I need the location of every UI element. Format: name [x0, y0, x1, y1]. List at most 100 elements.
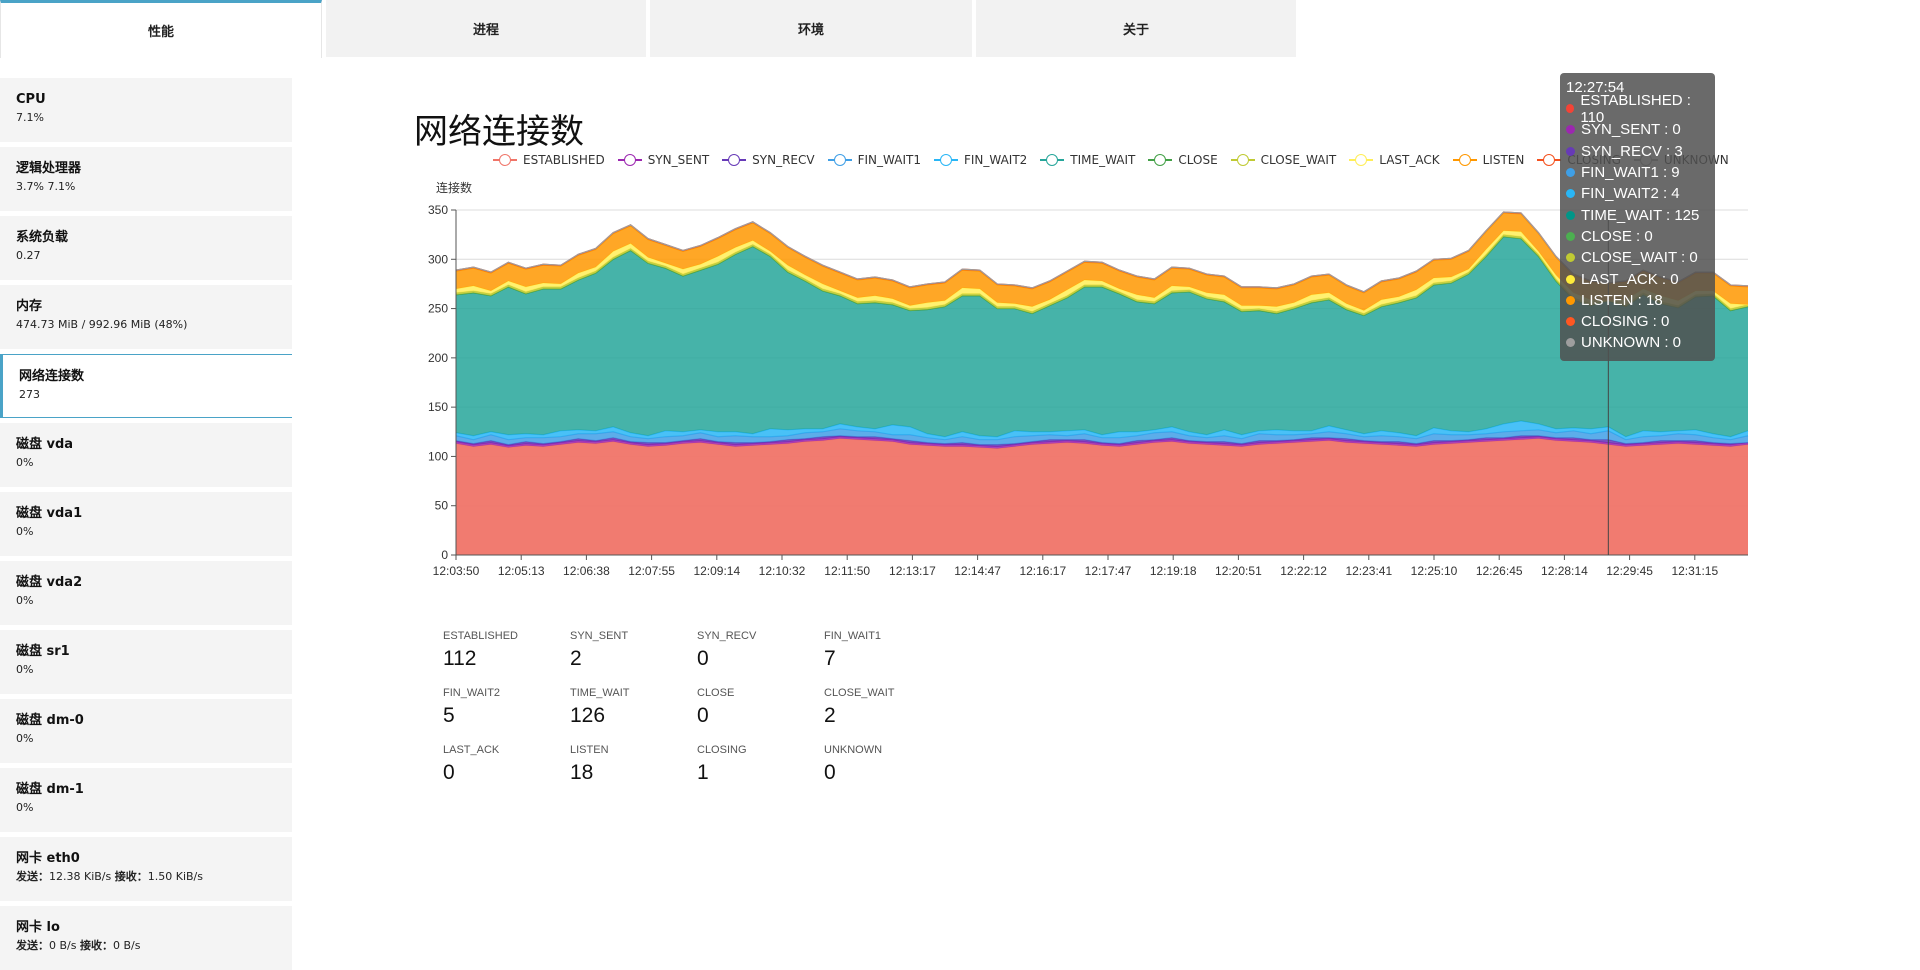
x-tick-label: 12:14:47: [954, 564, 1001, 578]
y-axis-label: 连接数: [436, 180, 472, 195]
sidebar-item-value: 474.73 MiB / 992.96 MiB (48%): [16, 318, 188, 331]
sidebar-item-title: 内存: [16, 299, 43, 314]
legend-marker-icon: [722, 154, 747, 166]
legend-marker-icon: [1349, 154, 1374, 166]
stat-value: 126: [570, 704, 606, 727]
legend-label: CLOSE: [1178, 153, 1218, 167]
sidebar-item-disk-dm-0[interactable]: 磁盘 dm-0 0%: [0, 699, 292, 763]
tooltip-row: CLOSE_WAIT : 0: [1566, 247, 1709, 268]
tooltip-row-label: CLOSE_WAIT : 0: [1581, 249, 1698, 267]
legend-label: ESTABLISHED: [523, 153, 605, 167]
sidebar-item-nic-lo[interactable]: 网卡 lo 发送：0 B/s 接收：0 B/s: [0, 906, 292, 970]
legend-label: LAST_ACK: [1379, 153, 1440, 167]
series-dot-icon: [1566, 253, 1575, 263]
sidebar-item-disk-vda1[interactable]: 磁盘 vda1 0%: [0, 492, 292, 556]
legend-item-established[interactable]: ESTABLISHED: [493, 153, 605, 167]
sidebar-item-title: 网卡 lo: [16, 920, 60, 935]
sidebar-item-value: 7.1%: [16, 111, 44, 124]
sidebar-item-disk-vda2[interactable]: 磁盘 vda2 0%: [0, 561, 292, 625]
sidebar-item-memory[interactable]: 内存 474.73 MiB / 992.96 MiB (48%): [0, 285, 292, 349]
legend-label: SYN_RECV: [752, 153, 815, 167]
tab-about[interactable]: 关于: [976, 0, 1296, 57]
tooltip-row-label: SYN_RECV : 3: [1581, 142, 1683, 160]
send-label: 发送：: [16, 939, 49, 952]
y-tick-label: 150: [428, 400, 448, 414]
stat-value: 0: [697, 647, 709, 670]
stat-label: CLOSE: [697, 687, 735, 699]
tooltip-row: CLOSING : 0: [1566, 311, 1709, 332]
sidebar-item-title: 磁盘 vda1: [16, 506, 83, 521]
legend-item-syn-sent[interactable]: SYN_SENT: [617, 153, 710, 167]
area-series-established: [456, 438, 1748, 555]
stat-label: CLOSING: [697, 744, 747, 756]
stat-established: ESTABLISHED 112: [443, 630, 570, 686]
sidebar-item-title: CPU: [16, 92, 46, 107]
legend-item-last-ack[interactable]: LAST_ACK: [1349, 153, 1440, 167]
legend-label: SYN_SENT: [647, 153, 710, 167]
sidebar-item-value: 0%: [16, 594, 34, 607]
x-tick-label: 12:25:10: [1411, 564, 1458, 578]
sidebar-item-value: 发送：12.38 KiB/s 接收：1.50 KiB/s: [16, 870, 276, 884]
stat-close: CLOSE 0: [697, 687, 824, 743]
tab-processes[interactable]: 进程: [326, 0, 646, 57]
x-tick-label: 12:22:12: [1280, 564, 1327, 578]
tooltip-row-label: FIN_WAIT1 : 9: [1581, 164, 1680, 182]
x-tick-label: 12:26:45: [1476, 564, 1523, 578]
sidebar-item-system-load[interactable]: 系统负载 0.27: [0, 216, 292, 280]
sidebar-item-disk-sr1[interactable]: 磁盘 sr1 0%: [0, 630, 292, 694]
y-tick-label: 300: [428, 252, 448, 266]
x-tick-label: 12:28:14: [1541, 564, 1588, 578]
sidebar-item-title: 磁盘 dm-0: [16, 713, 84, 728]
tab-bar: 性能 进程 环境 关于: [0, 0, 1300, 60]
stat-label: UNKNOWN: [824, 744, 883, 756]
recv-value: 0 B/s: [112, 939, 141, 952]
sidebar-item-cpu[interactable]: CPU 7.1%: [0, 78, 292, 142]
legend-item-fin-wait2[interactable]: FIN_WAIT2: [933, 153, 1028, 167]
legend-label: FIN_WAIT2: [963, 153, 1028, 167]
stat-fin-wait2: FIN_WAIT2 5: [443, 687, 570, 743]
legend-item-time-wait[interactable]: TIME_WAIT: [1040, 153, 1135, 167]
x-tick-label: 12:16:17: [1019, 564, 1066, 578]
sidebar-item-title: 磁盘 vda2: [16, 575, 83, 590]
stat-label: SYN_SENT: [570, 630, 629, 642]
chart-tooltip: 12:27:54 ESTABLISHED : 110 SYN_SENT : 0 SY…: [1560, 73, 1715, 361]
tab-performance[interactable]: 性能: [0, 0, 322, 58]
sidebar-item-logical-processors[interactable]: 逻辑处理器 3.7% 7.1%: [0, 147, 292, 211]
tooltip-row: CLOSE : 0: [1566, 226, 1709, 247]
tab-environment[interactable]: 环境: [650, 0, 972, 57]
stat-label: FIN_WAIT1: [824, 630, 882, 642]
sidebar-item-value: 0%: [16, 732, 34, 745]
series-dot-icon: [1566, 317, 1575, 327]
send-value: 12.38 KiB/s: [49, 870, 112, 883]
sidebar-item-value: 发送：0 B/s 接收：0 B/s: [16, 939, 276, 953]
legend-marker-icon: [493, 154, 517, 166]
x-tick-label: 12:05:13: [498, 564, 545, 578]
y-tick-label: 50: [435, 499, 449, 513]
x-tick-label: 12:03:50: [433, 564, 480, 578]
sidebar-item-title: 网络连接数: [19, 369, 85, 384]
x-tick-label: 12:13:17: [889, 564, 936, 578]
chart-legend: ESTABLISHED SYN_SENT SYN_RECV FIN_WAIT1 FIN_…: [493, 150, 1742, 170]
stat-last-ack: LAST_ACK 0: [443, 744, 570, 800]
sidebar-item-disk-vda[interactable]: 磁盘 vda 0%: [0, 423, 292, 487]
sidebar-item-title: 磁盘 vda: [16, 437, 74, 452]
legend-item-listen[interactable]: LISTEN: [1452, 153, 1524, 167]
legend-item-fin-wait1[interactable]: FIN_WAIT1: [827, 153, 921, 167]
series-dot-icon: [1566, 274, 1575, 284]
tooltip-row-label: CLOSE : 0: [1581, 227, 1653, 245]
legend-item-close-wait[interactable]: CLOSE_WAIT: [1230, 153, 1336, 167]
x-tick-label: 12:29:45: [1606, 564, 1653, 578]
legend-label: TIME_WAIT: [1070, 153, 1136, 167]
sidebar-item-network-connections[interactable]: 网络连接数 273: [0, 354, 292, 418]
sidebar-item-nic-eth0[interactable]: 网卡 eth0 发送：12.38 KiB/s 接收：1.50 KiB/s: [0, 837, 292, 901]
send-label: 发送：: [16, 870, 49, 883]
stat-value: 0: [824, 761, 836, 784]
x-tick-label: 12:06:38: [563, 564, 610, 578]
sidebar-item-disk-dm-1[interactable]: 磁盘 dm-1 0%: [0, 768, 292, 832]
y-tick-label: 200: [428, 351, 448, 365]
stat-syn-sent: SYN_SENT 2: [570, 630, 697, 686]
legend-item-close[interactable]: CLOSE: [1148, 153, 1218, 167]
page-title: 网络连接数: [414, 112, 584, 152]
series-dot-icon: [1566, 338, 1575, 348]
legend-item-syn-recv[interactable]: SYN_RECV: [722, 153, 815, 167]
